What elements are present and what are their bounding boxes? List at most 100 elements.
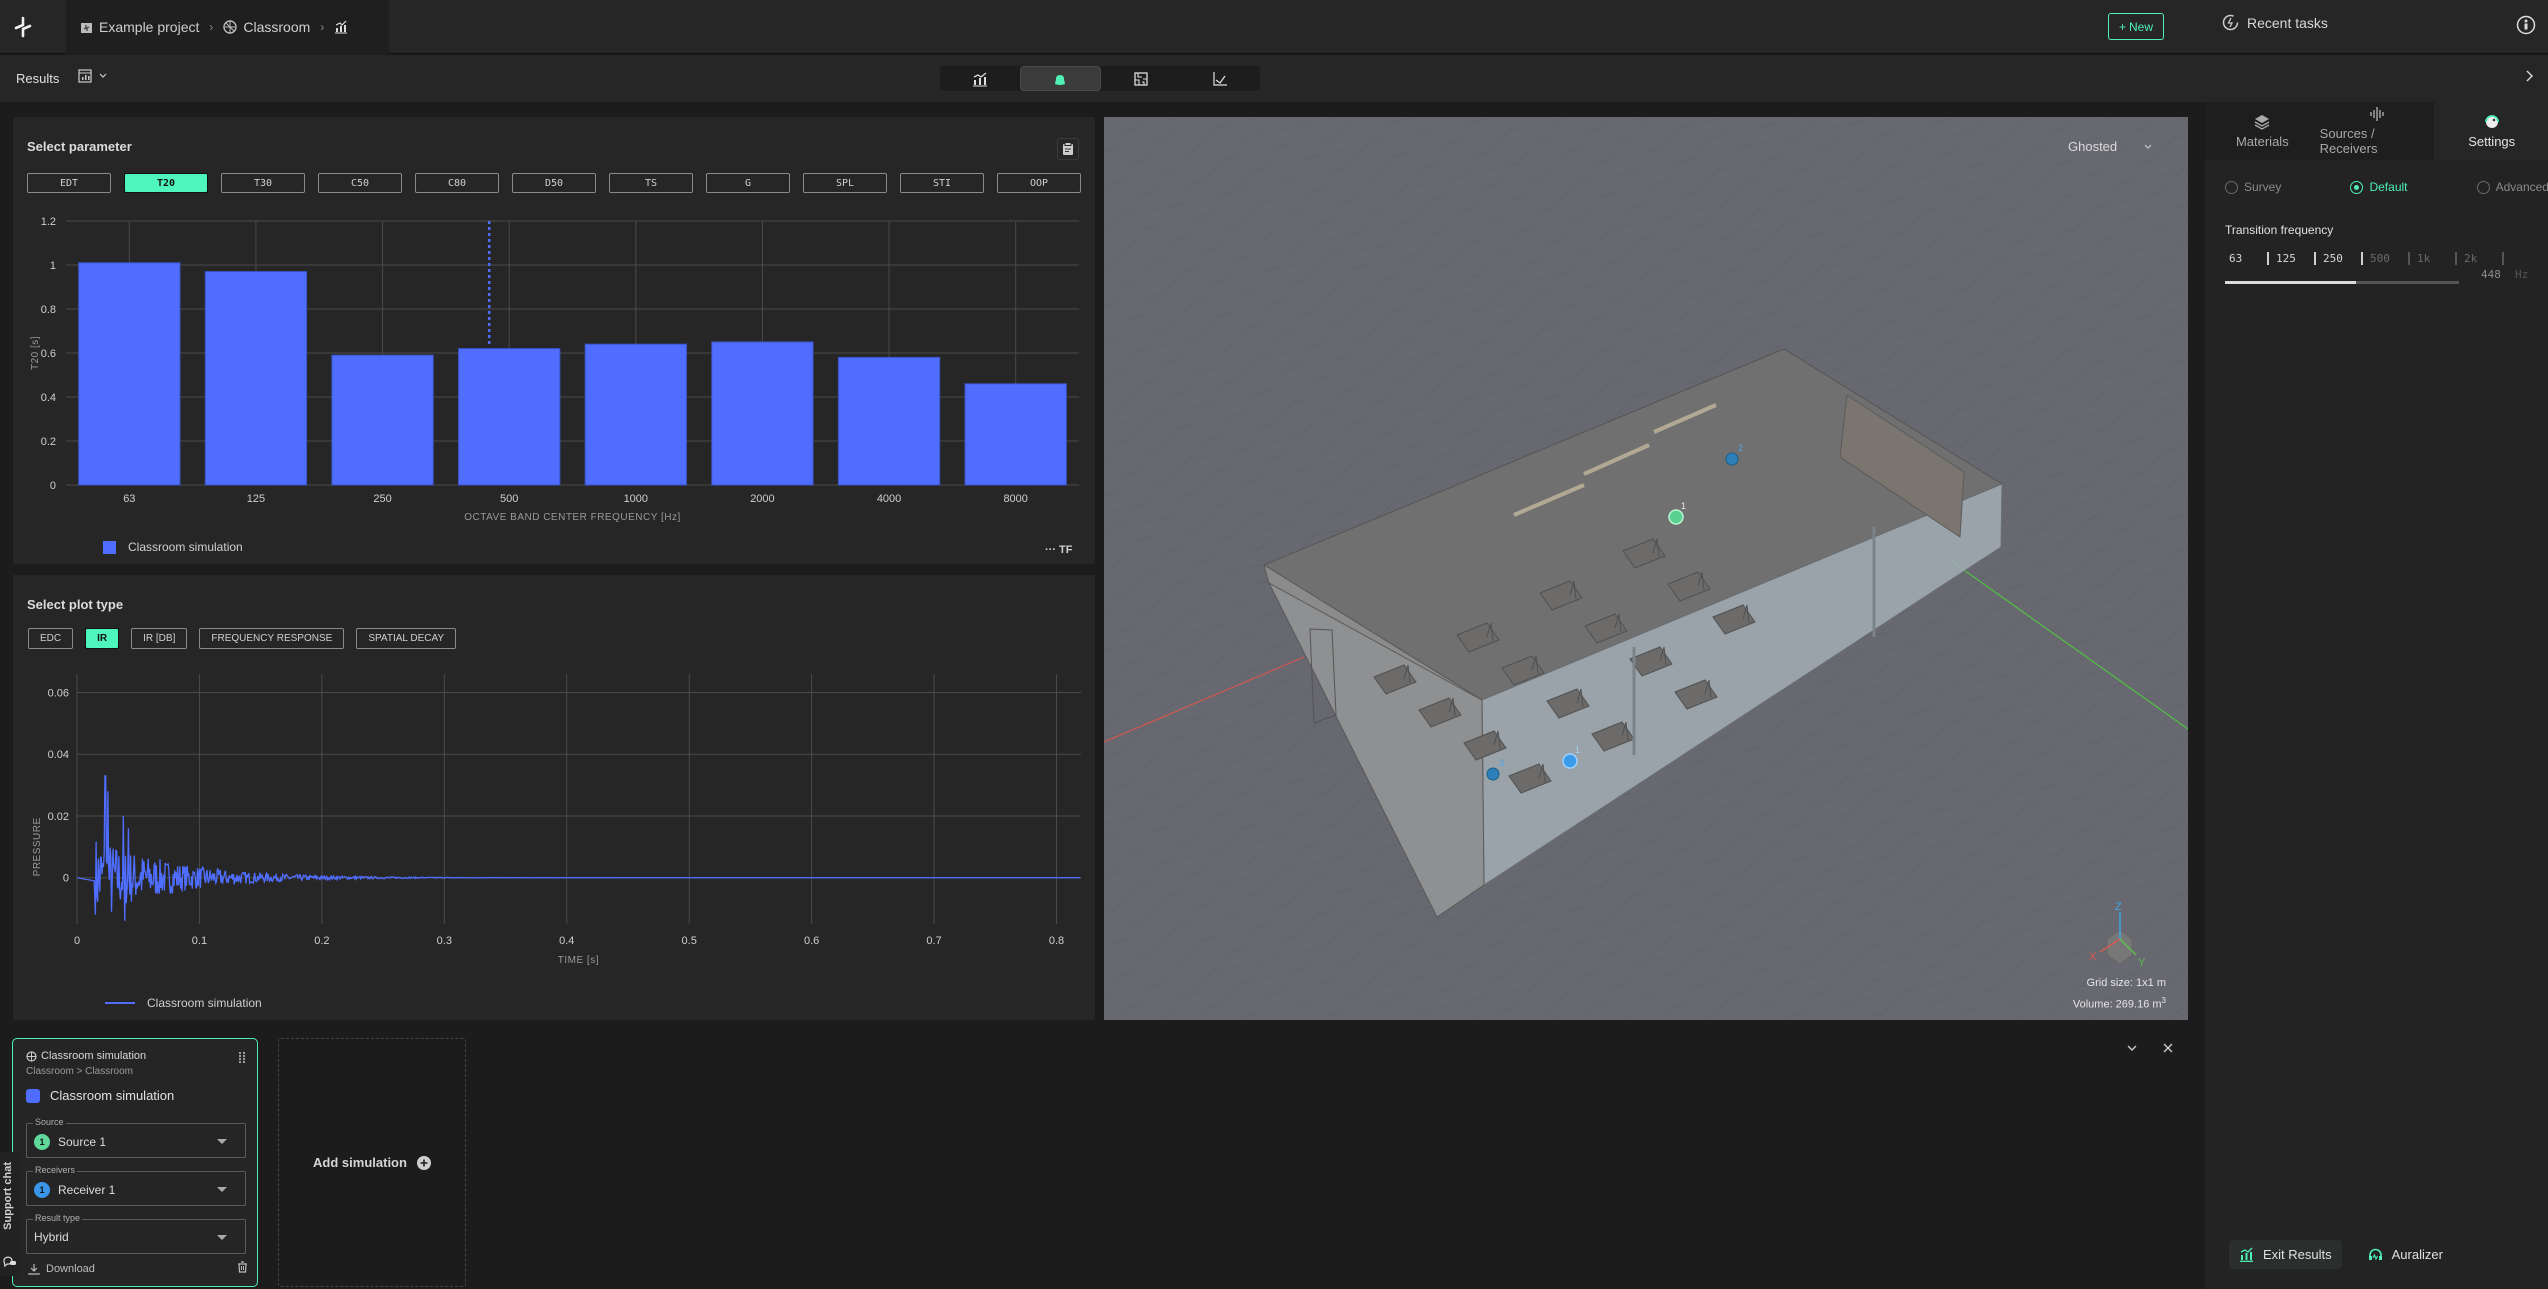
- drag-handle[interactable]: [238, 1051, 246, 1069]
- frequency-tick[interactable]: 500: [2370, 252, 2408, 265]
- x-tick-label: 125: [247, 493, 265, 505]
- view-mode-line-chart[interactable]: [1181, 66, 1261, 91]
- frequency-tick[interactable]: 125: [2276, 252, 2314, 265]
- new-button[interactable]: + New: [2108, 13, 2164, 40]
- mode-advanced-radio[interactable]: Advanced: [2476, 180, 2548, 194]
- mode-default-radio[interactable]: Default: [2350, 180, 2408, 194]
- frequency-tick[interactable]: 2k: [2464, 252, 2502, 265]
- exit-results-button[interactable]: Exit Results: [2229, 1240, 2342, 1269]
- x-tick-label: 63: [123, 493, 135, 505]
- floorplan-icon: [1134, 71, 1148, 86]
- plot-type-button-frequency-response[interactable]: FREQUENCY RESPONSE: [199, 628, 345, 649]
- layout-dropdown[interactable]: [78, 69, 108, 83]
- breadcrumb-project[interactable]: Example project: [80, 19, 199, 35]
- add-simulation-button[interactable]: Add simulation: [278, 1038, 466, 1287]
- view-mode-source[interactable]: [1019, 66, 1101, 91]
- simulation-tray: Classroom simulation Classroom > Classro…: [0, 1021, 2204, 1289]
- results-title: Results: [16, 71, 60, 86]
- parameter-button-ts[interactable]: TS: [609, 173, 693, 193]
- chevron-down-icon: [2127, 1045, 2137, 1051]
- x-tick-label: 0.6: [804, 935, 819, 947]
- parameter-button-edt[interactable]: EDT: [27, 173, 111, 193]
- parameter-button-oop[interactable]: OOP: [997, 173, 1081, 193]
- auralizer-button[interactable]: Auralizer: [2358, 1240, 2453, 1269]
- bar-63[interactable]: [78, 262, 181, 486]
- collapse-tray-button[interactable]: [2126, 1041, 2138, 1059]
- bar-4000[interactable]: [837, 356, 941, 486]
- parameter-button-sti[interactable]: STI: [900, 173, 984, 193]
- frequency-tick[interactable]: 1k: [2417, 252, 2455, 265]
- plot-type-button-ir[interactable]: IR: [85, 628, 120, 649]
- info-button[interactable]: [2516, 15, 2536, 40]
- source-select[interactable]: Source 1 Source 1: [26, 1117, 246, 1158]
- tab-settings[interactable]: Settings: [2434, 102, 2548, 160]
- parameter-button-spl[interactable]: SPL: [803, 173, 887, 193]
- results-icon: [2240, 1247, 2253, 1262]
- parameter-button-t30[interactable]: T30: [221, 173, 305, 193]
- settings-dial-icon: [2484, 114, 2499, 128]
- volume-text: Volume: 269.16 m3: [2072, 996, 2166, 1011]
- parameter-button-c80[interactable]: C80: [415, 173, 499, 193]
- tick-separator: [2267, 252, 2269, 265]
- render-mode-dropdown[interactable]: Ghosted: [2068, 139, 2153, 154]
- view-mode-bar-chart[interactable]: [940, 66, 1020, 91]
- close-tray-button[interactable]: [2162, 1041, 2174, 1059]
- transition-frequency-ticks: 63 125 250 500 1k 2k: [2229, 252, 2511, 265]
- receivers-select[interactable]: Receivers 1 Receiver 1: [26, 1165, 246, 1206]
- radio-checked-icon: [2350, 180, 2364, 194]
- breadcrumb-model[interactable]: Classroom: [223, 19, 310, 35]
- chat-icon: [3, 1256, 16, 1268]
- copy-to-clipboard-button[interactable]: [1057, 138, 1079, 160]
- ir-series-line[interactable]: [76, 775, 1081, 921]
- tab-sources-receivers[interactable]: Sources / Receivers: [2320, 102, 2435, 160]
- result-type-select[interactable]: Result type Hybrid: [26, 1213, 246, 1254]
- breadcrumb: Example project › Classroom ›: [66, 0, 389, 54]
- app-logo[interactable]: [0, 0, 46, 54]
- sidebar-tabs: Materials Sources / Receivers Settings: [2205, 102, 2548, 160]
- parameter-panel-title: Select parameter: [27, 139, 132, 154]
- frequency-tick[interactable]: 63: [2229, 252, 2267, 265]
- simulation-name: Classroom simulation: [26, 1088, 174, 1103]
- 3d-viewport[interactable]: 3 1 2 1 Z X Y Ghosted Grid size: 1x1 m V…: [1104, 117, 2188, 1020]
- parameter-button-c50[interactable]: C50: [318, 173, 402, 193]
- expand-sidebar-button[interactable]: [2522, 69, 2536, 88]
- close-icon: [2163, 1043, 2173, 1053]
- download-button[interactable]: Download: [28, 1263, 95, 1275]
- x-tick-label: 0.8: [1049, 935, 1064, 947]
- chevron-down-icon: [99, 73, 107, 78]
- delete-button[interactable]: [237, 1261, 248, 1276]
- transition-frequency-value[interactable]: 448: [2481, 268, 2501, 281]
- tf-toggle[interactable]: ··· TF: [1045, 544, 1073, 556]
- bar-500[interactable]: [458, 348, 561, 486]
- simulation-color-swatch[interactable]: [26, 1088, 40, 1103]
- simulation-card-path: Classroom > Classroom: [26, 1066, 133, 1077]
- right-sidebar: Materials Sources / Receivers Settings S…: [2204, 102, 2548, 1289]
- simulation-mode-radio-group: Survey Default Advanced: [2225, 180, 2548, 194]
- bar-250[interactable]: [331, 354, 434, 486]
- bar-8000[interactable]: [964, 383, 1067, 486]
- simulation-card[interactable]: Classroom simulation Classroom > Classro…: [12, 1038, 258, 1287]
- recent-tasks-button[interactable]: Recent tasks: [2222, 14, 2328, 31]
- caret-down-icon: [217, 1187, 227, 1192]
- parameter-button-d50[interactable]: D50: [512, 173, 596, 193]
- bar-125[interactable]: [204, 271, 308, 486]
- breadcrumb-results[interactable]: [334, 20, 348, 34]
- bar-2000[interactable]: [711, 341, 814, 486]
- y-tick-label: 1.2: [41, 216, 56, 228]
- bar-chart-legend: Classroom simulation: [103, 540, 243, 554]
- 3d-scene[interactable]: 3 1 2 1 Z X Y: [1104, 117, 2188, 1020]
- results-toolbar: Results: [0, 55, 2548, 102]
- plot-type-button-edc[interactable]: EDC: [28, 628, 74, 649]
- plot-type-button-spatial-decay[interactable]: SPATIAL DECAY: [356, 628, 457, 649]
- mode-survey-radio[interactable]: Survey: [2225, 180, 2281, 194]
- parameter-button-g[interactable]: G: [706, 173, 790, 193]
- parameter-button-t20[interactable]: T20: [124, 173, 208, 193]
- tab-materials[interactable]: Materials: [2205, 102, 2320, 160]
- plot-type-button-ir-db[interactable]: IR [DB]: [131, 628, 188, 649]
- transition-frequency-slider[interactable]: [2225, 281, 2459, 284]
- chevron-down-icon: [2144, 144, 2152, 149]
- frequency-tick[interactable]: 250: [2323, 252, 2361, 265]
- bar-1000[interactable]: [584, 343, 687, 486]
- support-chat-button[interactable]: Support chat: [0, 1152, 20, 1276]
- view-mode-floorplan[interactable]: [1101, 66, 1181, 91]
